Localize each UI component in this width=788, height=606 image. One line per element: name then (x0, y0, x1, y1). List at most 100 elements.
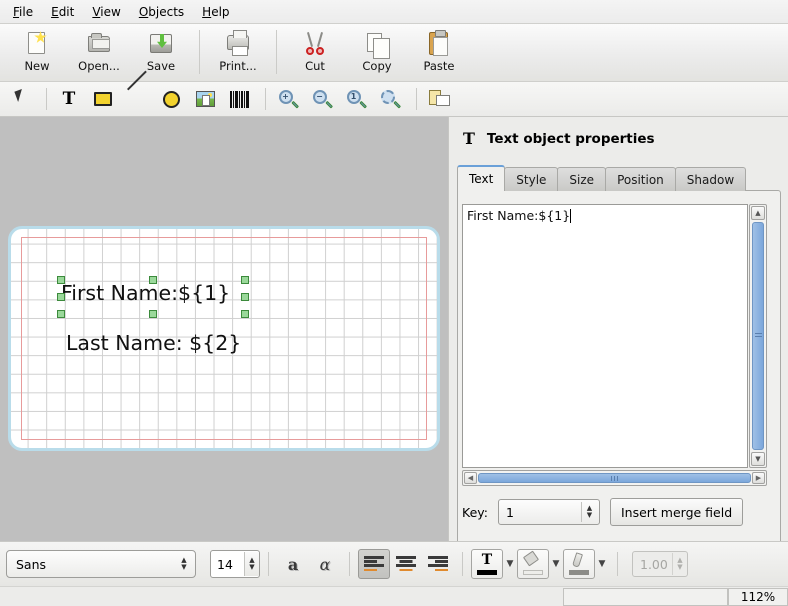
main-toolbar: New Open... Save Print... Cut Copy Paste (0, 24, 788, 82)
menu-edit[interactable]: Edit (42, 2, 83, 22)
bold-icon: a (287, 554, 299, 574)
insert-merge-field-button[interactable]: Insert merge field (609, 498, 744, 526)
key-spinner-arrows-icon[interactable]: ▲ ▼ (580, 502, 597, 522)
tab-style[interactable]: Style (504, 167, 559, 191)
toolbar-separator-2 (276, 30, 277, 74)
copy-pages-icon (364, 31, 390, 59)
properties-title-label: Text object properties (486, 130, 655, 147)
text-editor-vertical-scrollbar[interactable]: ▲ ▼ (749, 204, 767, 468)
label-card[interactable]: First Name:${1} Last Name: ${2} (8, 226, 440, 451)
selection-handle-se[interactable] (241, 310, 249, 318)
align-center-button[interactable] (390, 549, 422, 579)
statusbar-zoom: 112% (728, 587, 788, 606)
font-toolbar: Sans ▲ ▼ 14 ▲ ▼ a α T ▼ ▼ ▼ 1.00 ▲ ▼ (0, 541, 788, 586)
align-right-button[interactable] (422, 549, 454, 579)
italic-button[interactable]: α (309, 549, 341, 579)
tab-shadow[interactable]: Shadow (674, 167, 747, 191)
statusbar-message (0, 588, 563, 606)
ellipse-tool-button[interactable] (156, 85, 186, 113)
menu-help[interactable]: Help (193, 2, 238, 22)
fill-color-chevron-down-icon[interactable]: ▼ (549, 550, 563, 578)
text-color-icon: T (476, 552, 498, 575)
selection-handle-sw[interactable] (57, 310, 65, 318)
line-color-button[interactable] (563, 549, 595, 579)
zoom-fit-button[interactable] (375, 85, 405, 113)
text-editor-content: First Name:${1} (467, 208, 572, 223)
label-canvas[interactable]: First Name:${1} Last Name: ${2} (0, 117, 448, 541)
insert-merge-field-label: Insert merge field (620, 504, 733, 520)
menu-file[interactable]: File (4, 2, 42, 22)
copy-button[interactable]: Copy (346, 28, 408, 78)
text-editor-horizontal-scrollbar[interactable]: ◀ ▶ (462, 470, 767, 486)
text-color-button[interactable]: T (471, 549, 503, 579)
font-family-combo[interactable]: Sans ▲ ▼ (6, 550, 196, 578)
align-left-icon (364, 556, 384, 572)
zoom-actual-icon: 1 (346, 89, 367, 109)
scroll-up-icon[interactable]: ▲ (751, 206, 765, 220)
selection-handle-nw[interactable] (57, 276, 65, 284)
font-family-value: Sans (16, 556, 47, 572)
zoom-in-button[interactable]: + (273, 85, 303, 113)
selection-handle-ne[interactable] (241, 276, 249, 284)
vertical-scroll-thumb[interactable] (752, 222, 764, 450)
text-editor[interactable]: First Name:${1} (462, 204, 748, 468)
print-button[interactable]: Print... (207, 28, 269, 78)
tab-size-label: Size (569, 172, 595, 187)
merge-properties-icon (428, 89, 450, 109)
select-tool-button[interactable] (5, 85, 35, 113)
print-button-label: Print... (219, 59, 257, 73)
ellipse-tool-icon (162, 90, 180, 108)
scissors-icon (302, 31, 328, 57)
drawing-toolbar: T + − 1 (0, 82, 788, 117)
zoom-out-button[interactable]: − (307, 85, 337, 113)
align-left-button[interactable] (358, 549, 390, 579)
save-button-label: Save (146, 59, 176, 73)
merge-properties-button[interactable] (424, 85, 454, 113)
cut-button[interactable]: Cut (284, 28, 346, 78)
box-tool-button[interactable] (88, 85, 118, 113)
draw-separator-3 (416, 88, 417, 110)
image-tool-button[interactable] (190, 85, 220, 113)
font-size-spinner-arrows-icon[interactable]: ▲ ▼ (244, 552, 259, 576)
barcode-tool-button[interactable] (224, 85, 254, 113)
canvas-text-object-1[interactable]: First Name:${1} (61, 281, 230, 305)
paste-button[interactable]: Paste (408, 28, 470, 78)
draw-separator-2 (265, 88, 266, 110)
canvas-text-object-2[interactable]: Last Name: ${2} (66, 331, 241, 355)
paste-button-label: Paste (423, 59, 455, 73)
scroll-right-icon[interactable]: ▶ (752, 472, 765, 484)
tab-size[interactable]: Size (557, 167, 607, 191)
selection-handle-n[interactable] (149, 276, 157, 284)
menu-view[interactable]: View (83, 2, 129, 22)
selection-handle-s[interactable] (149, 310, 157, 318)
copy-button-label: Copy (362, 59, 392, 73)
key-spinner[interactable]: 1 ▲ ▼ (497, 499, 600, 525)
zoom-out-icon: − (312, 89, 333, 109)
tab-position[interactable]: Position (605, 167, 676, 191)
scroll-left-icon[interactable]: ◀ (464, 472, 477, 484)
horizontal-scroll-thumb[interactable] (478, 473, 751, 483)
selection-handle-e[interactable] (241, 293, 249, 301)
fill-color-button[interactable] (517, 549, 549, 579)
save-button[interactable]: Save (130, 28, 192, 78)
font-family-chevron-icon[interactable]: ▲ ▼ (176, 557, 192, 571)
new-button[interactable]: New (6, 28, 68, 78)
scroll-down-icon[interactable]: ▼ (751, 452, 765, 466)
zoom-actual-button[interactable]: 1 (341, 85, 371, 113)
open-button[interactable]: Open... (68, 28, 130, 78)
align-center-icon (396, 556, 416, 572)
text-tool-button[interactable]: T (54, 85, 84, 113)
line-width-value: 1.00 (640, 556, 668, 572)
statusbar-field (563, 587, 728, 606)
tab-text[interactable]: Text (457, 165, 506, 191)
line-width-spinner-arrows-icon: ▲ ▼ (672, 553, 687, 575)
selection-handle-w[interactable] (57, 293, 65, 301)
toolbar-separator-1 (199, 30, 200, 74)
font-size-spinner[interactable]: 14 ▲ ▼ (210, 550, 260, 578)
line-tool-button[interactable] (122, 85, 152, 113)
menu-objects[interactable]: Objects (130, 2, 193, 22)
bold-button[interactable]: a (277, 549, 309, 579)
properties-panel: T Text object properties Text Style Size… (448, 117, 788, 606)
line-color-chevron-down-icon[interactable]: ▼ (595, 550, 609, 578)
text-color-chevron-down-icon[interactable]: ▼ (503, 550, 517, 578)
